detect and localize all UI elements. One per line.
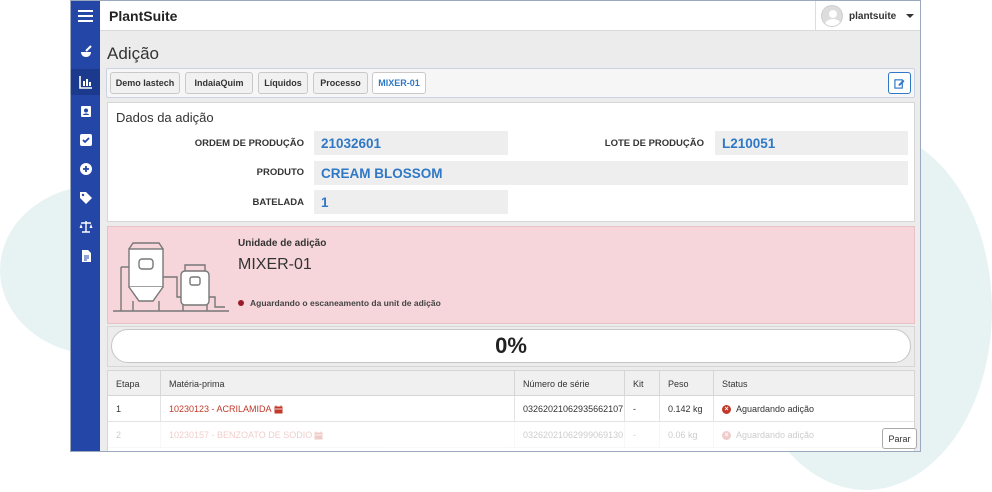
production-lot-value: L210051: [715, 131, 908, 155]
production-order-value: 21032601: [314, 131, 508, 155]
mixer-illustration: [113, 242, 229, 312]
column-header-kit[interactable]: Kit: [625, 371, 660, 396]
cell-kit: -: [625, 422, 660, 448]
top-bar: PlantSuite plantsuite: [71, 1, 920, 31]
avatar-icon: [821, 5, 843, 27]
table-row[interactable]: 2 10230157 - BENZOATO DE SODIO 032620210…: [108, 422, 914, 448]
card-title: Dados da adição: [116, 110, 214, 125]
error-circle-icon: ×: [722, 404, 731, 414]
breadcrumb-item-company[interactable]: Demo Iastech: [110, 72, 180, 94]
unit-status-text: Aguardando o escaneamento da unit de adi…: [250, 298, 441, 308]
sidebar-item-additions[interactable]: [71, 39, 100, 65]
page-title: Adição: [107, 44, 159, 63]
progress-panel: 0%: [107, 326, 915, 367]
product-label: PRODUTO: [256, 167, 304, 178]
hamburger-icon: [78, 10, 93, 12]
cell-peso: 0.06 kg: [660, 422, 714, 448]
cell-peso: 0.142 kg: [660, 396, 714, 422]
unit-name: MIXER-01: [238, 256, 312, 273]
status-text: Aguardando adição: [736, 404, 815, 414]
addition-data-card: Dados da adição ORDEM DE PRODUÇÃO 210326…: [107, 102, 915, 222]
batch-value: 1: [314, 190, 508, 214]
sidebar-item-checklist[interactable]: [71, 127, 100, 153]
stop-button[interactable]: Parar: [882, 428, 917, 449]
sidebar-item-scales[interactable]: [71, 214, 100, 240]
username: plantsuite: [849, 10, 897, 22]
table-header: Etapa Matéria-prima Número de série Kit …: [108, 371, 914, 396]
product-value: CREAM BLOSSOM: [314, 161, 908, 185]
brand-logo: PlantSuite: [109, 8, 178, 24]
document-icon: [81, 250, 91, 262]
material-link[interactable]: 10230123 - ACRILAMIDA: [169, 404, 272, 414]
sidebar: [71, 31, 100, 451]
column-header-peso[interactable]: Peso: [660, 371, 714, 396]
sidebar-item-operators[interactable]: [71, 98, 100, 124]
progress-text: 0%: [495, 333, 527, 358]
app-window: PlantSuite plantsuite Adição Demo Iastec…: [70, 0, 921, 452]
unit-label: Unidade de adição: [238, 238, 327, 249]
sidebar-item-add[interactable]: [71, 156, 100, 182]
column-header-materia-prima[interactable]: Matéria-prima: [161, 371, 515, 396]
breadcrumb-item-site[interactable]: IndaiaQuim: [185, 72, 253, 94]
clipboard-user-icon: [80, 106, 91, 117]
tag-icon: [79, 192, 92, 204]
table-row[interactable]: 1 10230123 - ACRILAMIDA 0326202106293566…: [108, 396, 914, 422]
bar-chart-icon: [78, 76, 92, 89]
batch-label: BATELADA: [252, 197, 304, 208]
calendar-icon: [274, 405, 283, 413]
status-dot-icon: [238, 300, 244, 306]
user-menu[interactable]: plantsuite: [815, 1, 920, 31]
calendar-icon: [314, 431, 323, 439]
status-text: Aguardando adição: [736, 430, 815, 440]
breadcrumb: Demo Iastech IndaiaQuim Líquidos Process…: [106, 68, 915, 98]
column-header-numero-serie[interactable]: Número de série: [515, 371, 625, 396]
progress-bar: 0%: [111, 329, 911, 363]
breadcrumb-item-current[interactable]: MIXER-01: [372, 72, 426, 94]
cell-materia-prima[interactable]: 10230157 - BENZOATO DE SODIO: [161, 422, 515, 448]
production-order-label: ORDEM DE PRODUÇÃO: [194, 138, 304, 149]
menu-toggle-button[interactable]: [71, 1, 100, 31]
cell-numero-serie: 03262021062999069130: [515, 422, 625, 448]
balance-scale-icon: [79, 221, 92, 233]
sidebar-item-tags[interactable]: [71, 185, 100, 211]
error-circle-icon: ×: [722, 430, 731, 440]
breadcrumb-item-area[interactable]: Líquidos: [258, 72, 308, 94]
cell-numero-serie: 03262021062935662107: [515, 396, 625, 422]
caret-down-icon: [906, 14, 914, 18]
cell-etapa: 1: [108, 396, 161, 422]
production-lot-label: LOTE DE PRODUÇÃO: [604, 138, 704, 149]
column-header-status[interactable]: Status: [714, 371, 914, 396]
edit-icon: [894, 78, 905, 89]
sidebar-item-reports[interactable]: [71, 69, 100, 95]
breadcrumb-item-process[interactable]: Processo: [313, 72, 368, 94]
material-link[interactable]: 10230157 - BENZOATO DE SODIO: [169, 430, 312, 440]
checkbox-icon: [79, 134, 92, 146]
unit-status: Aguardando o escaneamento da unit de adi…: [238, 298, 441, 308]
column-header-etapa[interactable]: Etapa: [108, 371, 161, 396]
edit-button[interactable]: [888, 72, 911, 94]
sidebar-item-documents[interactable]: [71, 243, 100, 269]
mortar-pestle-icon: [80, 45, 92, 57]
cell-kit: -: [625, 396, 660, 422]
addition-unit-panel: Unidade de adição MIXER-01 Aguardando o …: [107, 226, 915, 324]
cell-status: × Aguardando adição: [714, 396, 914, 422]
materials-table: Etapa Matéria-prima Número de série Kit …: [107, 370, 915, 451]
cell-materia-prima[interactable]: 10230123 - ACRILAMIDA: [161, 396, 515, 422]
cell-etapa: 2: [108, 422, 161, 448]
plus-circle-icon: [79, 163, 92, 175]
